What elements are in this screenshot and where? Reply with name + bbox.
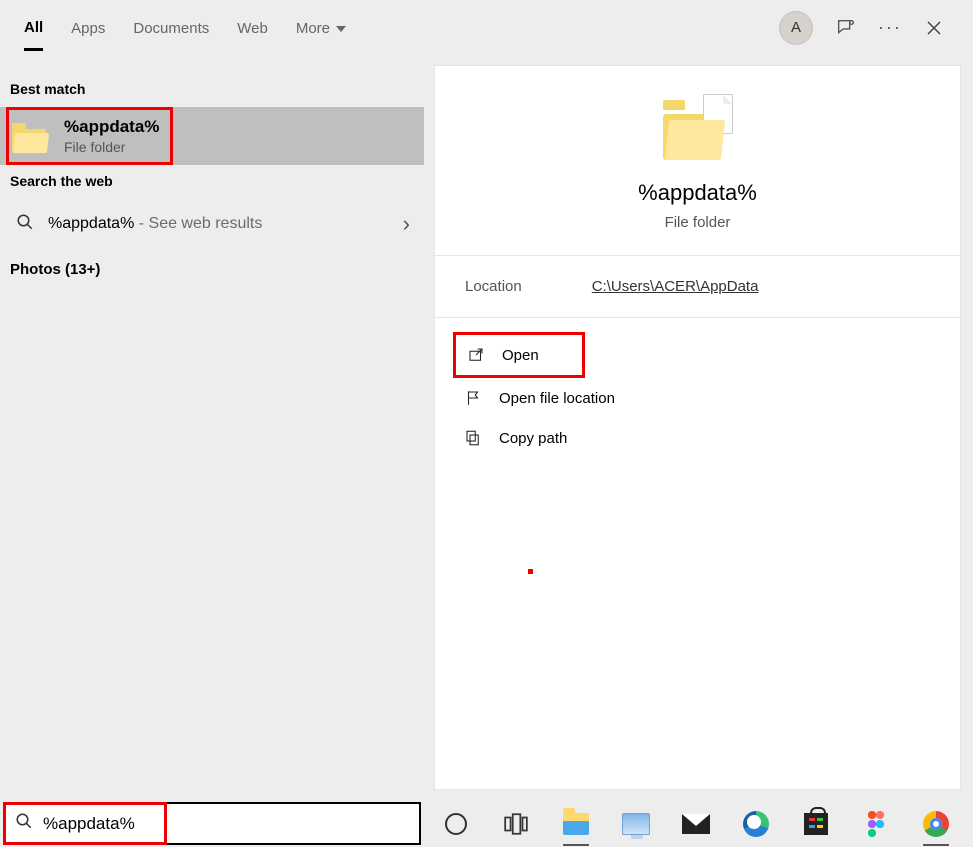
- search-web-label: Search the web: [0, 165, 424, 199]
- search-header: All Apps Documents Web More A ···: [0, 0, 973, 55]
- preview-actions: Open Open file location Copy path: [435, 318, 960, 472]
- copy-icon: [463, 428, 483, 448]
- preview-metadata: Location C:\Users\ACER\AppData: [435, 256, 960, 318]
- tab-documents[interactable]: Documents: [133, 6, 209, 49]
- best-match-subtitle: File folder: [64, 139, 159, 155]
- taskbar-search-box[interactable]: [3, 802, 421, 845]
- preview-header: %appdata% File folder: [435, 66, 960, 256]
- header-right: A ···: [779, 11, 963, 45]
- search-input[interactable]: [43, 814, 409, 834]
- mail-icon[interactable]: [681, 809, 711, 839]
- chevron-right-icon: ›: [403, 211, 410, 237]
- results-pane: Best match %appdata% File folder Search …: [0, 55, 424, 800]
- best-match-result[interactable]: %appdata% File folder: [0, 107, 424, 165]
- open-icon: [466, 345, 486, 365]
- tab-more-label: More: [296, 20, 330, 37]
- folder-icon-large: [663, 94, 733, 164]
- action-open-location[interactable]: Open file location: [453, 378, 942, 418]
- cortana-icon[interactable]: [441, 809, 471, 839]
- preview-subtitle: File folder: [665, 214, 731, 231]
- best-match-text: %appdata% File folder: [64, 117, 159, 155]
- main-area: Best match %appdata% File folder Search …: [0, 55, 973, 800]
- web-result-text: %appdata% - See web results: [48, 215, 262, 233]
- action-copy-path-label: Copy path: [499, 430, 567, 447]
- action-copy-path[interactable]: Copy path: [453, 418, 942, 458]
- settings-monitor-icon[interactable]: [621, 809, 651, 839]
- preview-pane-wrap: %appdata% File folder Location C:\Users\…: [424, 55, 973, 800]
- photos-section-label[interactable]: Photos (13+): [0, 249, 424, 290]
- filter-tabs: All Apps Documents Web More: [10, 5, 346, 51]
- chevron-down-icon: [336, 26, 346, 32]
- best-match-label: Best match: [0, 73, 424, 107]
- tab-apps[interactable]: Apps: [71, 6, 105, 49]
- best-match-title: %appdata%: [64, 117, 159, 137]
- web-result-query: %appdata%: [48, 215, 134, 232]
- figma-icon[interactable]: [861, 809, 891, 839]
- action-open[interactable]: Open: [453, 332, 585, 378]
- web-search-result[interactable]: %appdata% - See web results ›: [0, 199, 424, 249]
- folder-icon: [12, 117, 50, 155]
- action-open-label: Open: [502, 347, 539, 364]
- tab-web[interactable]: Web: [237, 6, 268, 49]
- more-options-icon[interactable]: ···: [879, 17, 901, 39]
- annotation-dot: [528, 569, 533, 574]
- edge-icon[interactable]: [741, 809, 771, 839]
- location-label: Location: [465, 278, 522, 295]
- close-icon[interactable]: [923, 17, 945, 39]
- action-open-location-label: Open file location: [499, 390, 615, 407]
- task-view-icon[interactable]: [501, 809, 531, 839]
- search-icon: [16, 213, 34, 236]
- preview-pane: %appdata% File folder Location C:\Users\…: [434, 65, 961, 790]
- taskbar: [0, 800, 973, 847]
- feedback-icon[interactable]: [835, 17, 857, 39]
- tab-all[interactable]: All: [24, 5, 43, 51]
- location-value[interactable]: C:\Users\ACER\AppData: [592, 278, 759, 295]
- file-explorer-icon[interactable]: [561, 809, 591, 839]
- user-avatar[interactable]: A: [779, 11, 813, 45]
- open-location-icon: [463, 388, 483, 408]
- chrome-icon[interactable]: [921, 809, 951, 839]
- preview-title: %appdata%: [638, 180, 757, 206]
- store-icon[interactable]: [801, 809, 831, 839]
- web-result-suffix: - See web results: [134, 215, 262, 232]
- tab-more[interactable]: More: [296, 6, 346, 49]
- search-icon: [15, 812, 33, 835]
- taskbar-icons: [421, 809, 951, 839]
